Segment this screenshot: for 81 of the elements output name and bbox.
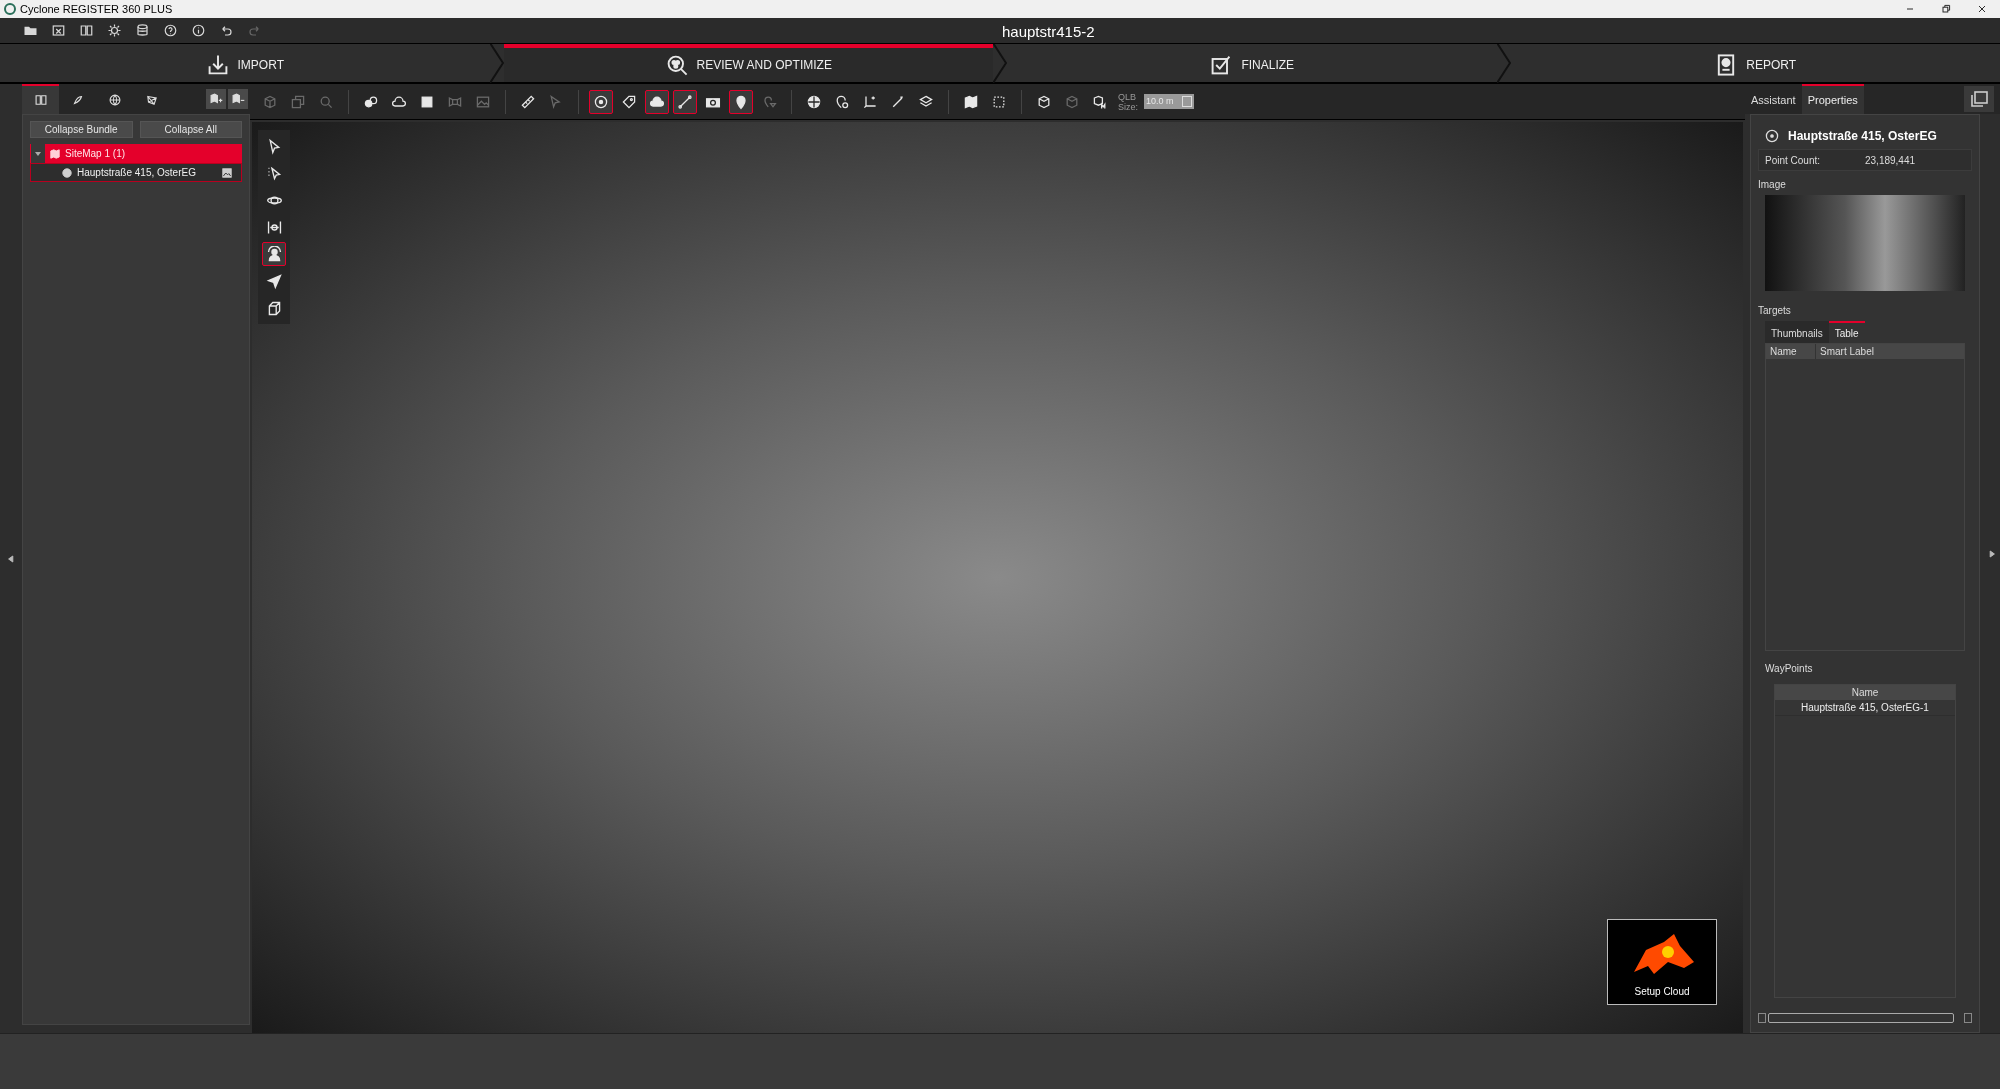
section-label: WayPoints: [1764, 662, 1814, 676]
info-icon: [190, 23, 206, 38]
point-cloud-view[interactable]: Setup Cloud: [252, 122, 1743, 1033]
scroll-left-button[interactable]: [1758, 1013, 1766, 1023]
book-icon: [33, 93, 48, 107]
settings-icon: [106, 23, 122, 38]
table-cell-text: Hauptstraße 415, OsterEG-1: [1800, 701, 1930, 715]
setup-cloud-label: Setup Cloud: [1634, 985, 1690, 999]
close-icon: [1976, 3, 1988, 15]
copy-icon: [290, 93, 306, 110]
map-remove-icon: [231, 92, 245, 106]
image-icon: [221, 166, 233, 179]
sub-tab[interactable]: Thumbnails: [1765, 321, 1829, 343]
pin-icon: [733, 93, 749, 110]
tag-icon: [621, 93, 637, 110]
float-window-button[interactable]: [1964, 86, 1994, 112]
scrollbar-thumb[interactable]: [1768, 1013, 1954, 1023]
pen-icon: [70, 93, 85, 107]
workflow-step-tab[interactable]: REVIEW AND OPTIMIZE: [503, 44, 993, 82]
redo-icon: [246, 23, 262, 38]
cube-icon: [1092, 93, 1108, 110]
wand-icon: [890, 93, 906, 110]
restore-icon: [1940, 3, 1952, 15]
grid-globe-icon: [107, 93, 122, 107]
close-file-icon: [50, 23, 66, 38]
tool-button[interactable]: [645, 89, 669, 114]
scan-icon: [61, 166, 73, 179]
ruler-icon: [520, 93, 536, 110]
step-chevron-divider: [993, 43, 1007, 83]
column-header: Smart Label: [1819, 345, 1875, 359]
window-title: Cyclone REGISTER 360 PLUS: [20, 1, 173, 17]
size-label: Size:: [1118, 101, 1138, 112]
cube-icon: [1064, 93, 1080, 110]
project-title: hauptstr415-2: [1002, 22, 1095, 42]
section-label: Image: [1758, 178, 1787, 192]
tree-label: SiteMap 1 (1): [65, 147, 127, 161]
view-tool-button[interactable]: [262, 242, 286, 266]
person-icon: [265, 245, 283, 263]
book-icon: [78, 23, 94, 38]
column-header: Name: [1850, 686, 1880, 700]
tool-button[interactable]: [589, 89, 613, 114]
setup-cloud-button[interactable]: Setup Cloud: [1607, 919, 1717, 1005]
cube-icon: [1036, 93, 1052, 110]
tool-button[interactable]: [729, 89, 753, 114]
section-label: Targets: [1758, 304, 1792, 318]
panel-tab[interactable]: Properties: [1801, 84, 1864, 114]
tool-button[interactable]: [673, 89, 697, 114]
scan-icon: [1764, 128, 1780, 144]
paper-plane-icon: [265, 272, 283, 290]
app-logo-icon: [4, 3, 16, 15]
cube-icon: [262, 93, 278, 110]
map-button[interactable]: [206, 89, 226, 109]
target-icon: [593, 93, 609, 110]
tree-label: Hauptstraße 415, OsterEG: [77, 166, 197, 180]
axes-icon: [862, 93, 878, 110]
collapse-button[interactable]: Collapse All: [139, 121, 242, 138]
scroll-right-button[interactable]: [1964, 1013, 1972, 1023]
map-add-icon: [209, 92, 223, 106]
float-window-icon: [1969, 89, 1989, 109]
scan-title: Hauptstraße 415, OsterEG: [1788, 128, 1937, 145]
collapse-button[interactable]: Collapse Bundle: [30, 121, 133, 138]
qlb-label: QLB: [1118, 91, 1137, 102]
map-button[interactable]: [228, 89, 248, 109]
field-label: Point Count:: [1765, 153, 1822, 168]
pin-icon: [834, 93, 850, 110]
column-header: Name: [1766, 344, 1816, 359]
field-value: 23,189,441: [1865, 153, 1916, 168]
size-value: 10.0 m: [1145, 94, 1175, 108]
map-icon: [49, 147, 61, 160]
help-icon: [162, 23, 178, 38]
expanded-caret-icon[interactable]: [35, 150, 41, 157]
map-icon: [963, 93, 979, 110]
sphere-icon: [806, 93, 822, 110]
panel-tab[interactable]: [22, 84, 59, 114]
tree-item[interactable]: SiteMap 1 (1): [30, 144, 242, 163]
tree-item[interactable]: Hauptstraße 415, OsterEG: [30, 163, 242, 182]
line-tool-icon: [677, 93, 693, 110]
network-icon: [144, 93, 159, 107]
database-icon: [134, 23, 150, 38]
step-chevron-divider: [1496, 43, 1511, 83]
step-chevron-divider: [489, 43, 504, 83]
